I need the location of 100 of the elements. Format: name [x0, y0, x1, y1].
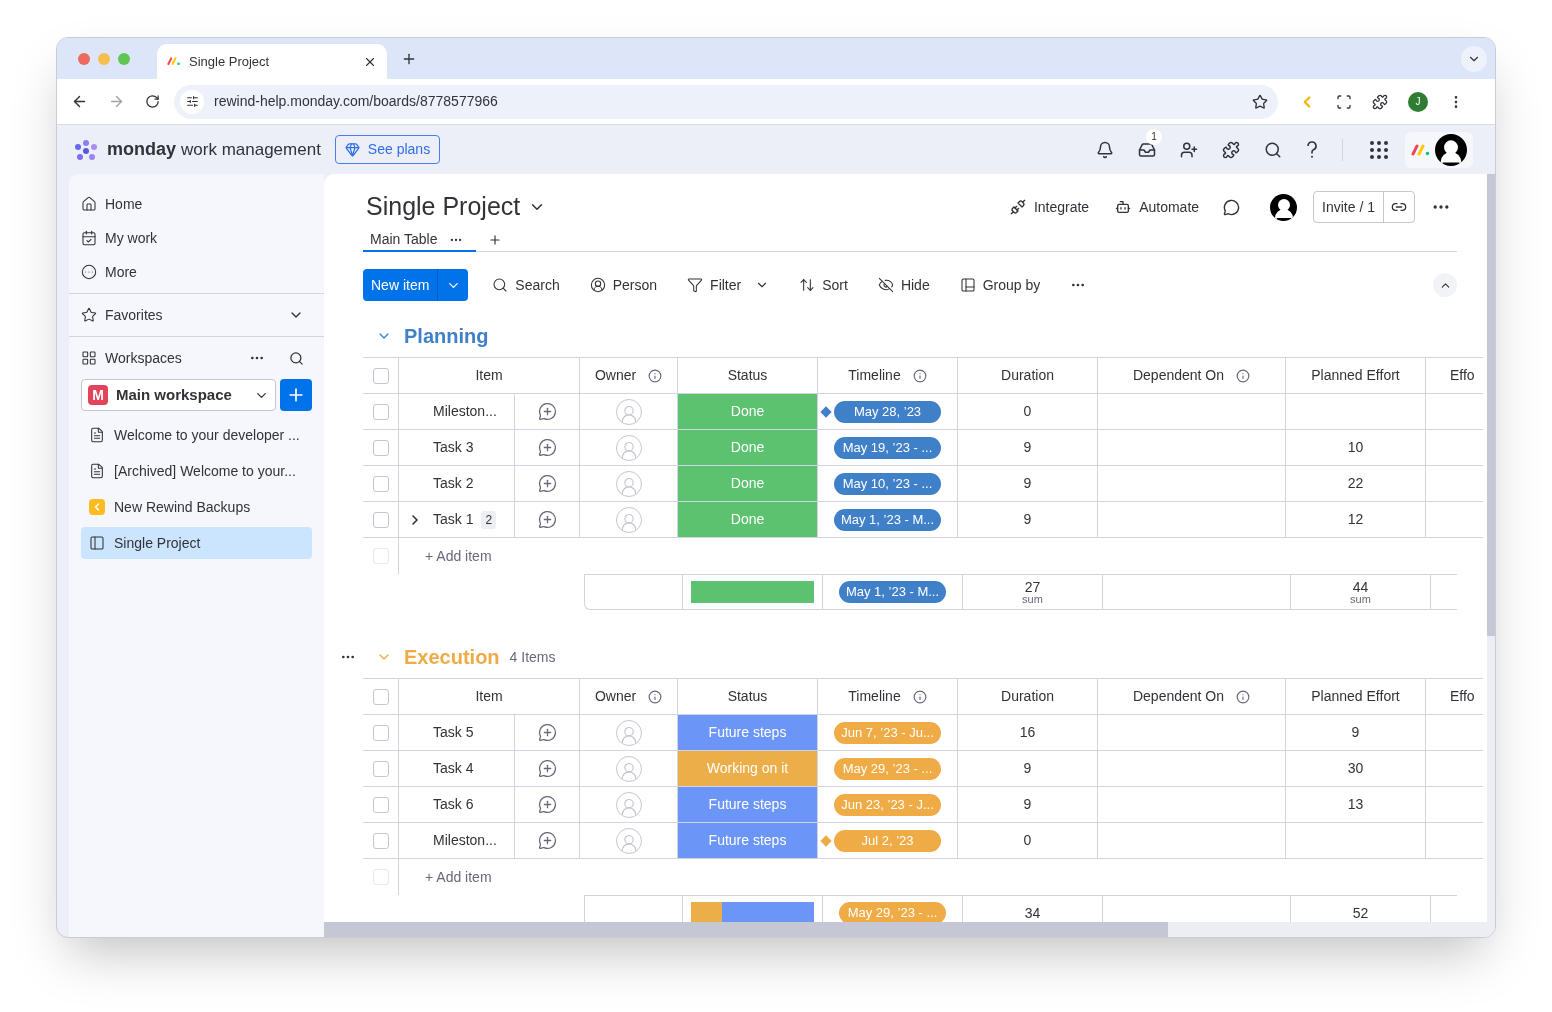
- add-update-icon[interactable]: [537, 759, 557, 778]
- back-icon[interactable]: [71, 93, 88, 110]
- vertical-scrollbar[interactable]: [1487, 174, 1495, 937]
- updates-icon[interactable]: [1223, 198, 1241, 216]
- column-header[interactable]: Timeline: [818, 679, 958, 714]
- info-icon[interactable]: [1236, 689, 1251, 704]
- add-view-icon[interactable]: [488, 233, 503, 247]
- item-name[interactable]: Mileston...: [433, 830, 497, 851]
- sidebar-item[interactable]: Home: [81, 187, 312, 221]
- view-tab[interactable]: Main Table: [363, 229, 477, 252]
- column-header[interactable]: Duration: [958, 679, 1098, 714]
- item-name[interactable]: Task 6: [433, 794, 474, 815]
- horizontal-scrollbar[interactable]: [324, 922, 1487, 937]
- board-item[interactable]: New Rewind Backups: [81, 491, 312, 523]
- group-title[interactable]: Planning: [404, 321, 489, 351]
- column-header[interactable]: Effo: [1426, 679, 1483, 714]
- column-header[interactable]: Timeline: [818, 358, 958, 393]
- new-item-dropdown-button[interactable]: [438, 269, 469, 301]
- item-cell[interactable]: Task 6: [399, 787, 515, 822]
- new-item-button[interactable]: New item: [363, 269, 439, 301]
- column-header[interactable]: Duration: [958, 358, 1098, 393]
- column-header[interactable]: Item: [399, 358, 580, 393]
- scrollbar-thumb[interactable]: [1487, 174, 1495, 636]
- add-update-icon[interactable]: [537, 723, 557, 742]
- automate-button[interactable]: Automate: [1115, 196, 1200, 218]
- scrollbar-thumb[interactable]: [324, 922, 1168, 937]
- toolbar-button[interactable]: Person: [589, 274, 658, 296]
- toolbar-button[interactable]: Sort: [799, 274, 848, 296]
- screenshot-icon[interactable]: [1336, 93, 1352, 110]
- item-cell[interactable]: Task 1 2: [399, 502, 515, 537]
- search-icon[interactable]: [1264, 140, 1282, 159]
- column-header[interactable]: Owner: [580, 358, 678, 393]
- apps-icon[interactable]: [1222, 140, 1240, 159]
- checkbox[interactable]: [372, 688, 389, 705]
- info-icon[interactable]: [912, 689, 927, 704]
- column-header[interactable]: Status: [678, 358, 818, 393]
- add-item-field[interactable]: + Add item: [425, 866, 492, 888]
- info-icon[interactable]: [912, 368, 927, 383]
- workspace-dropdown[interactable]: M Main workspace: [81, 379, 276, 411]
- toolbar-button[interactable]: Search: [492, 274, 560, 296]
- timeline-pill[interactable]: May 1, ’23 - M...: [834, 508, 941, 531]
- profile-avatar[interactable]: J: [1408, 91, 1428, 112]
- invite-icon[interactable]: [1180, 140, 1198, 159]
- column-header[interactable]: Item: [399, 679, 580, 714]
- subitem-count[interactable]: 2: [481, 510, 497, 529]
- info-icon[interactable]: [648, 368, 663, 383]
- timeline-pill[interactable]: May 10, ’23 - ...: [834, 472, 941, 495]
- add-update-icon[interactable]: [537, 474, 557, 493]
- checkbox[interactable]: [372, 403, 389, 420]
- item-cell[interactable]: Task 5: [399, 715, 515, 750]
- column-header[interactable]: Planned Effort: [1286, 358, 1426, 393]
- checkbox[interactable]: [372, 724, 389, 741]
- item-cell[interactable]: Mileston...: [399, 823, 515, 858]
- checkbox[interactable]: [372, 796, 389, 813]
- item-cell[interactable]: Task 2: [399, 466, 515, 501]
- site-settings-icon[interactable]: [185, 95, 199, 108]
- item-cell[interactable]: Task 3: [399, 430, 515, 465]
- item-cell[interactable]: Task 4: [399, 751, 515, 786]
- search-icon[interactable]: [289, 350, 304, 366]
- checkbox[interactable]: [372, 475, 389, 492]
- checkbox[interactable]: [372, 367, 389, 384]
- brand-name[interactable]: monday: [107, 136, 176, 163]
- add-update-icon[interactable]: [537, 438, 557, 457]
- column-header[interactable]: Dependent On: [1098, 679, 1286, 714]
- user-avatar[interactable]: [1270, 193, 1298, 221]
- favorites-item[interactable]: Favorites: [81, 298, 312, 332]
- board-item[interactable]: Single Project: [81, 527, 312, 559]
- add-update-icon[interactable]: [537, 831, 557, 850]
- timeline-pill[interactable]: May 19, ’23 - ...: [834, 436, 941, 459]
- checkbox[interactable]: [372, 439, 389, 456]
- column-header[interactable]: Owner: [580, 679, 678, 714]
- item-name[interactable]: Task 1: [433, 509, 474, 530]
- address-field[interactable]: rewind-help.monday.com/boards/8778577966: [174, 84, 1278, 119]
- checkbox[interactable]: [372, 511, 389, 528]
- sidebar-item[interactable]: More: [81, 255, 312, 289]
- sidebar-item[interactable]: My work: [81, 221, 312, 255]
- item-name[interactable]: Task 3: [433, 437, 474, 458]
- help-icon[interactable]: [1306, 140, 1318, 159]
- checkbox[interactable]: [372, 832, 389, 849]
- account-button[interactable]: [1405, 131, 1473, 168]
- browser-tab[interactable]: Single Project: [157, 44, 387, 79]
- info-icon[interactable]: [1236, 368, 1251, 383]
- add-update-icon[interactable]: [537, 510, 557, 529]
- column-header[interactable]: Planned Effort: [1286, 679, 1426, 714]
- toolbar-button[interactable]: Filter: [687, 274, 742, 296]
- timeline-pill[interactable]: May 28, ’23: [834, 400, 941, 423]
- checkbox[interactable]: [372, 760, 389, 777]
- item-name[interactable]: Task 4: [433, 758, 474, 779]
- item-cell[interactable]: Mileston...: [399, 394, 515, 429]
- item-name[interactable]: Task 2: [433, 473, 474, 494]
- see-plans-button[interactable]: See plans: [334, 135, 441, 164]
- integrate-button[interactable]: Integrate: [1009, 196, 1090, 218]
- board-title[interactable]: Single Project: [366, 188, 521, 226]
- collapse-toolbar-button[interactable]: [1433, 273, 1457, 297]
- item-name[interactable]: Task 5: [433, 722, 474, 743]
- toolbar-button[interactable]: Hide: [877, 274, 930, 296]
- toolbar-button[interactable]: Group by: [959, 274, 1041, 296]
- bookmark-icon[interactable]: [1252, 93, 1268, 110]
- inbox-icon[interactable]: [1138, 140, 1156, 159]
- board-item[interactable]: Welcome to your developer ...: [81, 419, 312, 451]
